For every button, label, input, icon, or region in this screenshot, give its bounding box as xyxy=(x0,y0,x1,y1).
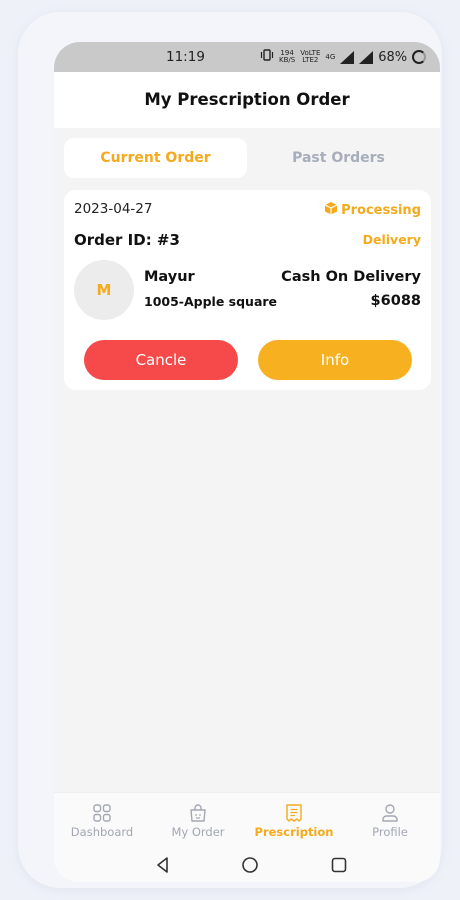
payment-method: Cash On Delivery xyxy=(281,269,421,285)
app-screen: 11:19 194 KB/S VoLTE LTE2 4G 68% My Pres… xyxy=(54,42,440,882)
nav-label-prescription: Prescription xyxy=(254,825,334,839)
recents-icon[interactable] xyxy=(329,855,349,875)
network-speed-unit: KB/S xyxy=(279,56,296,64)
battery-icon xyxy=(412,50,427,64)
status-bar: 11:19 194 KB/S VoLTE LTE2 4G 68% xyxy=(54,42,440,72)
battery-level: 68% xyxy=(378,49,408,65)
nav-label-profile: Profile xyxy=(372,825,408,839)
status-icons: 194 KB/S VoLTE LTE2 4G 68% xyxy=(260,48,427,66)
order-date: 2023-04-27 xyxy=(74,201,153,217)
system-nav-bar xyxy=(54,848,440,882)
avatar: M xyxy=(74,260,134,320)
bottom-nav: Dashboard My Order Prescription Profile xyxy=(54,792,440,848)
nav-item-prescription[interactable]: Prescription xyxy=(246,793,342,849)
grid-icon xyxy=(93,804,111,822)
customer-address: 1005-Apple square xyxy=(144,294,278,309)
order-card[interactable]: 2023-04-27 Processing Order ID: #3 Deliv… xyxy=(64,190,431,390)
order-id: Order ID: #3 xyxy=(74,231,180,249)
delivery-type: Delivery xyxy=(362,232,421,247)
customer-name: Mayur xyxy=(144,269,195,285)
lte-label: LTE2 xyxy=(302,56,319,64)
signal-icon-1 xyxy=(340,50,355,64)
package-icon xyxy=(324,201,338,219)
network-type: 4G xyxy=(325,53,336,61)
phone-frame: 11:19 194 KB/S VoLTE LTE2 4G 68% My Pres… xyxy=(18,12,442,888)
tab-past-orders[interactable]: Past Orders xyxy=(247,138,430,178)
order-status: Processing xyxy=(324,201,421,219)
page-title: My Prescription Order xyxy=(144,90,350,109)
cancel-button[interactable]: Cancle xyxy=(84,340,238,380)
volte-indicator: VoLTE LTE2 xyxy=(300,50,320,64)
back-icon[interactable] xyxy=(153,855,173,875)
status-time: 11:19 xyxy=(166,49,205,65)
receipt-icon xyxy=(286,804,302,822)
order-amount: $6088 xyxy=(370,293,421,309)
home-icon[interactable] xyxy=(240,855,260,875)
info-button[interactable]: Info xyxy=(258,340,412,380)
nav-label-my-order: My Order xyxy=(171,825,225,839)
bag-icon xyxy=(190,804,206,822)
order-tabs: Current Order Past Orders xyxy=(64,138,430,178)
user-icon xyxy=(382,804,398,822)
tab-current-order[interactable]: Current Order xyxy=(64,138,247,178)
order-status-label: Processing xyxy=(341,202,421,218)
nav-label-dashboard: Dashboard xyxy=(70,825,134,839)
signal-icon-2 xyxy=(359,50,374,64)
page-header: My Prescription Order xyxy=(54,72,440,128)
nav-item-profile[interactable]: Profile xyxy=(342,793,438,849)
vibrate-icon xyxy=(260,48,274,66)
network-speed: 194 KB/S xyxy=(279,50,295,64)
nav-item-dashboard[interactable]: Dashboard xyxy=(54,793,150,849)
nav-item-my-order[interactable]: My Order xyxy=(150,793,246,849)
